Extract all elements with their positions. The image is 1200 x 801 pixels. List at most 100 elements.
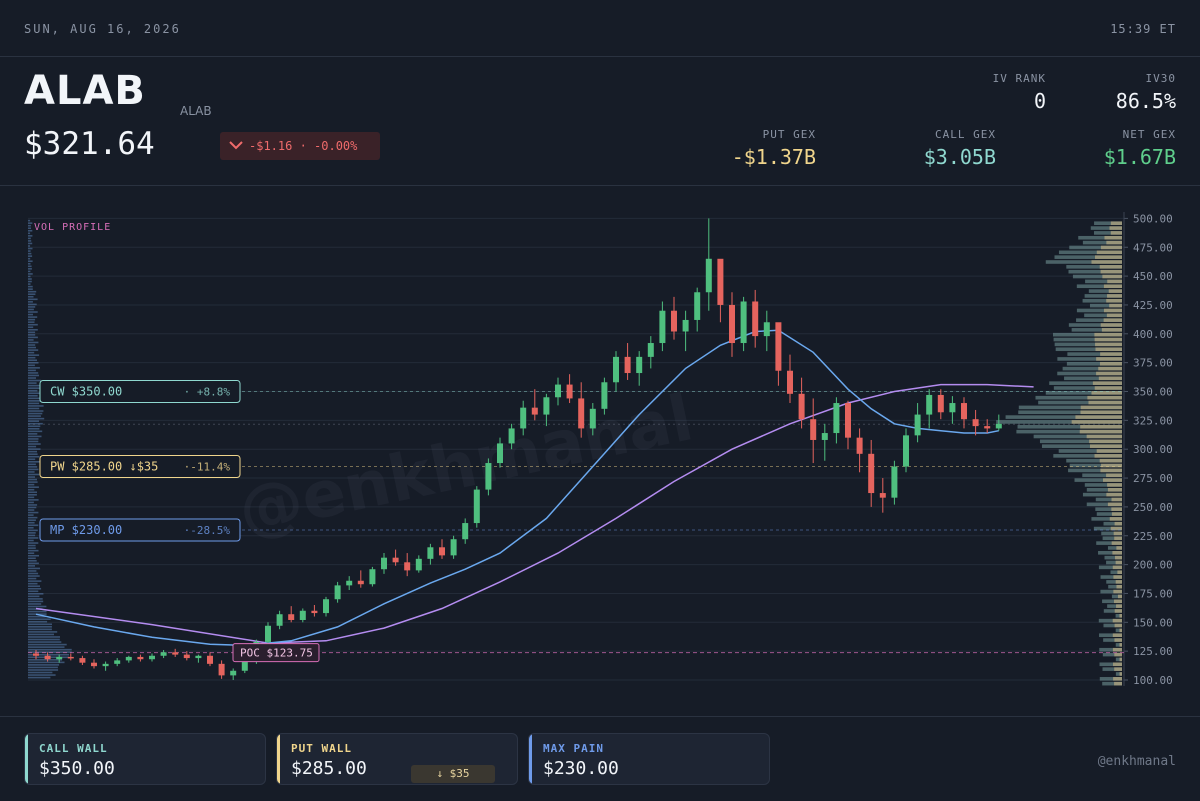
vol-profile-bar bbox=[28, 476, 35, 478]
vol-profile-put-segment bbox=[1106, 492, 1122, 497]
vol-profile-put-segment bbox=[1096, 250, 1122, 255]
candle-body bbox=[798, 393, 805, 420]
vol-profile-put-segment bbox=[1116, 584, 1122, 589]
candle bbox=[288, 606, 295, 623]
vol-profile-put-segment bbox=[1094, 332, 1122, 337]
vol-profile-bar bbox=[28, 222, 33, 224]
vol-profile-bar bbox=[1098, 565, 1122, 570]
footer: CALL WALL $350.00 PUT WALL $285.00 ↓ $35… bbox=[0, 716, 1200, 801]
vol-profile-bar bbox=[28, 219, 31, 222]
vol-profile-put-segment bbox=[1079, 429, 1122, 434]
candle bbox=[937, 389, 944, 420]
vol-profile-bar bbox=[1102, 599, 1122, 604]
vol-profile-label: VOL PROFILE bbox=[34, 222, 111, 233]
candle-body bbox=[833, 403, 840, 434]
vol-profile-bar bbox=[28, 562, 39, 565]
vol-profile-bar bbox=[28, 636, 60, 638]
vol-profile-bar bbox=[28, 229, 33, 232]
vol-profile-put-segment bbox=[1114, 667, 1122, 671]
candle-body bbox=[33, 653, 39, 656]
vol-profile-bar bbox=[28, 339, 34, 341]
vol-profile-bar bbox=[28, 293, 36, 296]
y-tick-label: 100.00 bbox=[1133, 674, 1173, 687]
vol-profile-put-segment bbox=[1106, 313, 1122, 318]
candle-body bbox=[995, 423, 1002, 429]
vol-profile-bar bbox=[28, 255, 33, 257]
y-tick-label: 275.00 bbox=[1133, 472, 1173, 485]
candle-body bbox=[323, 599, 329, 614]
candle-body bbox=[439, 547, 445, 556]
vol-profile-bar bbox=[1057, 357, 1122, 361]
vol-profile-bar bbox=[1094, 221, 1122, 226]
call-gex-stat: CALL GEX $3.05B bbox=[924, 128, 996, 169]
vol-profile-put-segment bbox=[1100, 245, 1122, 250]
candle-body bbox=[659, 310, 666, 344]
vol-profile-bar bbox=[1018, 410, 1122, 415]
call-wall-card: CALL WALL $350.00 bbox=[24, 733, 266, 785]
vol-profile-bar bbox=[1098, 550, 1122, 555]
vol-profile-put-segment bbox=[1080, 405, 1122, 410]
vol-profile-bar bbox=[28, 448, 41, 450]
vol-profile-bar bbox=[28, 433, 38, 435]
candle-body bbox=[404, 562, 411, 571]
vol-profile-put-segment bbox=[1119, 628, 1122, 633]
price-chart[interactable]: 500.00 475.00 450.00 425.00 400.00 375.00 350.… bbox=[0, 186, 1200, 716]
vol-profile-bar bbox=[28, 422, 43, 425]
vol-profile-bar bbox=[28, 227, 31, 230]
candle bbox=[868, 439, 875, 507]
vol-profile-bar bbox=[28, 460, 40, 463]
candle bbox=[230, 668, 237, 680]
top-bar: SUN, AUG 16, 2026 15:39 ET bbox=[0, 0, 1200, 57]
vol-profile-bar bbox=[1089, 303, 1122, 308]
vol-profile-bar bbox=[28, 415, 41, 417]
vol-profile-put-segment bbox=[1107, 279, 1122, 284]
vol-profile-bar bbox=[1005, 415, 1122, 419]
vol-profile-bar bbox=[28, 509, 35, 511]
candle-body bbox=[183, 654, 190, 659]
candle bbox=[427, 543, 434, 565]
level-label-pct: ·-11.4% bbox=[184, 461, 231, 474]
vol-profile-bar bbox=[28, 387, 40, 389]
vol-profile-bar bbox=[28, 435, 42, 438]
candle bbox=[752, 289, 759, 348]
vol-profile-put-segment bbox=[1088, 400, 1122, 405]
vol-profile-bar bbox=[28, 631, 58, 633]
vol-profile-bar bbox=[1076, 318, 1122, 322]
candle bbox=[566, 374, 573, 404]
vol-profile-bar bbox=[1072, 274, 1122, 279]
y-tick-label: 250.00 bbox=[1133, 501, 1173, 514]
vol-profile-put-segment bbox=[1099, 458, 1122, 463]
vol-profile-bar bbox=[28, 306, 36, 308]
candle bbox=[415, 555, 422, 573]
candle-body bbox=[787, 370, 793, 394]
chart-svg[interactable]: 500.00 475.00 450.00 425.00 400.00 375.00 350.… bbox=[0, 186, 1200, 716]
vol-profile-bar bbox=[28, 580, 42, 582]
put-gex-stat: PUT GEX -$1.37B bbox=[732, 128, 816, 169]
vol-profile-put-segment bbox=[1112, 550, 1122, 555]
max-pain-card: MAX PAIN $230.00 bbox=[528, 733, 770, 785]
vol-profile-put-segment bbox=[1113, 531, 1122, 536]
vol-profile-bar bbox=[28, 570, 37, 572]
vol-profile-put-segment bbox=[1071, 420, 1122, 424]
vol-profile-bar bbox=[28, 554, 39, 557]
vol-profile-put-segment bbox=[1113, 575, 1122, 579]
vol-profile-bar bbox=[28, 524, 39, 527]
vol-profile-bar bbox=[28, 323, 38, 326]
y-tick-label: 325.00 bbox=[1133, 414, 1173, 427]
candle-body bbox=[937, 394, 944, 413]
candle-body bbox=[346, 580, 353, 586]
vol-profile-bar bbox=[1106, 560, 1122, 565]
vol-profile-bar bbox=[28, 377, 36, 379]
vol-profile-bar bbox=[28, 552, 35, 554]
vol-profile-put-segment bbox=[1110, 221, 1122, 226]
candle-body bbox=[473, 489, 480, 524]
vol-profile-bar bbox=[28, 669, 59, 671]
vol-profile-put-segment bbox=[1096, 371, 1122, 376]
candle bbox=[682, 310, 689, 352]
vol-profile-bar bbox=[28, 605, 47, 608]
candle-body bbox=[856, 437, 863, 454]
vol-profile-bar bbox=[1107, 604, 1122, 608]
candle bbox=[763, 310, 770, 352]
vol-profile-bar bbox=[1052, 332, 1122, 337]
level-label-pw: PW $285.00 ↓$35 ·-11.4% bbox=[39, 455, 241, 479]
